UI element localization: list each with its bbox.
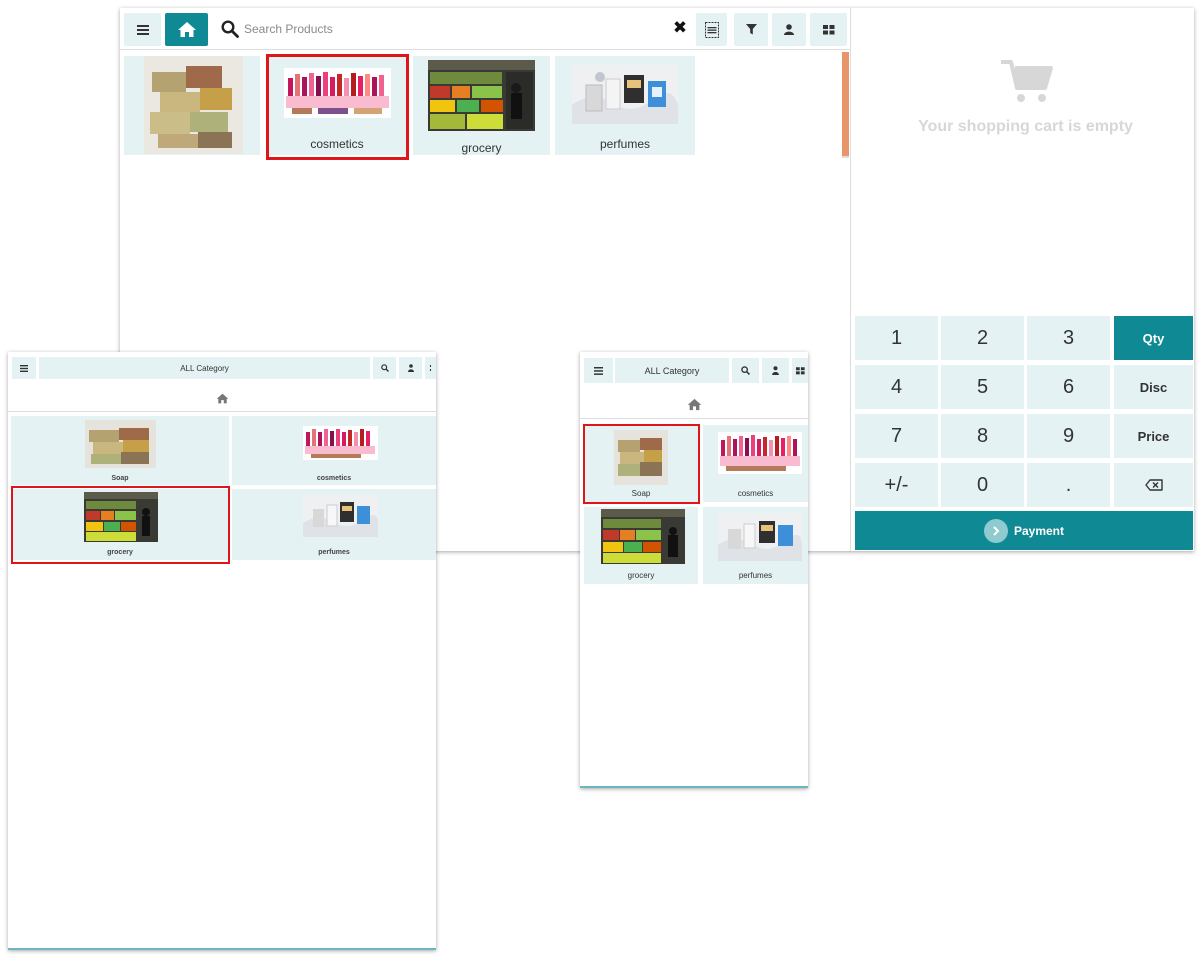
user-icon [784, 24, 794, 35]
soap-image [85, 420, 156, 468]
filter-button[interactable] [734, 13, 768, 46]
more-icon [430, 365, 431, 371]
search-icon [380, 364, 389, 372]
menu-icon [20, 364, 28, 372]
home-icon [177, 22, 196, 37]
empty-cart-message: Your shopping cart is empty [918, 118, 1133, 135]
numpad-key-decimal[interactable]: . [1027, 463, 1110, 507]
category-label: grocery [627, 571, 655, 580]
home-row[interactable] [580, 390, 808, 419]
grid-icon [822, 24, 834, 34]
category-card-grocery[interactable]: grocery [413, 56, 550, 155]
numpad-key-9[interactable]: 9 [1027, 414, 1110, 458]
customer-button[interactable] [399, 357, 422, 379]
perfumes-image [572, 65, 678, 124]
category-label: Soap [111, 475, 129, 482]
grocery-image [601, 509, 685, 564]
disc-mode-button[interactable]: Disc [1114, 365, 1193, 409]
tablet-toolbar: ALL Category [8, 357, 436, 379]
home-icon [216, 393, 228, 404]
barcode-icon [704, 21, 719, 38]
perfumes-image [303, 495, 378, 537]
chevron-right-icon [983, 518, 1008, 543]
category-card-cosmetics[interactable]: cosmetics [232, 416, 436, 485]
numpad-key-6[interactable]: 6 [1027, 365, 1110, 409]
soap-image [144, 56, 243, 154]
qty-mode-button[interactable]: Qty [1114, 316, 1193, 360]
grid-view-button[interactable] [792, 358, 808, 383]
category-card-cosmetics[interactable]: cosmetics [703, 425, 808, 502]
customer-button[interactable] [772, 13, 806, 46]
selected-category-highlight [11, 486, 230, 564]
search-button[interactable] [732, 358, 759, 383]
selected-category-highlight [583, 424, 700, 504]
category-label: perfumes [318, 549, 350, 556]
perfumes-image [718, 513, 802, 561]
cosmetics-image [718, 432, 802, 474]
customer-button[interactable] [762, 358, 789, 383]
home-button[interactable] [165, 13, 208, 46]
category-label: cosmetics [316, 475, 352, 482]
user-icon [772, 366, 779, 375]
cart-panel: Your shopping cart is empty [851, 8, 1194, 313]
backspace-button[interactable] [1114, 463, 1193, 507]
numpad-key-4[interactable]: 4 [855, 365, 938, 409]
close-icon[interactable]: ✖ [672, 18, 688, 38]
payment-button[interactable]: Payment [855, 511, 1193, 550]
category-selector[interactable]: ALL Category [615, 358, 729, 383]
category-card-soap[interactable]: Soap [11, 416, 229, 485]
home-row[interactable] [8, 386, 436, 412]
menu-button[interactable] [12, 357, 36, 379]
phone-view: ALL Category Soap cosmetics grocery perf… [580, 352, 808, 788]
numpad: 1 2 3 Qty 4 5 6 Disc 7 8 9 Price +/- 0 .… [855, 316, 1194, 551]
search-icon [221, 20, 239, 38]
payment-label: Payment [1013, 523, 1065, 538]
numpad-key-7[interactable]: 7 [855, 414, 938, 458]
category-card-perfumes[interactable]: perfumes [232, 489, 436, 560]
menu-button[interactable] [124, 13, 161, 46]
cart-icon [1001, 60, 1053, 102]
category-label: perfumes [738, 571, 773, 580]
grocery-image [428, 60, 535, 131]
category-card-soap[interactable] [124, 56, 260, 155]
search-icon [741, 366, 750, 375]
category-label: perfumes [599, 137, 651, 151]
numpad-key-plus-minus[interactable]: +/- [855, 463, 938, 507]
category-label: cosmetics [737, 489, 774, 498]
user-icon [407, 364, 414, 372]
scrollbar[interactable] [842, 52, 849, 156]
backspace-icon [1144, 479, 1163, 491]
numpad-key-1[interactable]: 1 [855, 316, 938, 360]
grid-view-button[interactable] [810, 13, 847, 46]
barcode-button[interactable] [696, 13, 727, 46]
menu-icon [594, 366, 603, 375]
search-button[interactable] [373, 357, 396, 379]
category-card-perfumes[interactable]: perfumes [555, 56, 695, 155]
cosmetics-image [303, 426, 378, 460]
more-button[interactable] [425, 357, 436, 379]
category-card-perfumes[interactable]: perfumes [703, 507, 808, 584]
top-toolbar: ✖ [120, 8, 850, 50]
numpad-key-5[interactable]: 5 [941, 365, 1024, 409]
scrollbar-track [842, 156, 849, 158]
filter-icon [745, 24, 757, 35]
tablet-view: ALL Category Soap cosmetics grocery perf… [8, 352, 436, 950]
numpad-key-0[interactable]: 0 [941, 463, 1024, 507]
menu-button[interactable] [584, 358, 613, 383]
category-card-grocery[interactable]: grocery [584, 507, 698, 584]
grid-icon [795, 366, 805, 374]
category-label: grocery [461, 141, 502, 155]
category-selector[interactable]: ALL Category [39, 357, 370, 379]
numpad-key-8[interactable]: 8 [941, 414, 1024, 458]
numpad-key-3[interactable]: 3 [1027, 316, 1110, 360]
search-input[interactable] [244, 19, 664, 39]
selected-category-highlight [266, 54, 409, 160]
numpad-key-2[interactable]: 2 [941, 316, 1024, 360]
price-mode-button[interactable]: Price [1114, 414, 1193, 458]
menu-icon [136, 24, 149, 35]
home-icon [687, 398, 701, 410]
